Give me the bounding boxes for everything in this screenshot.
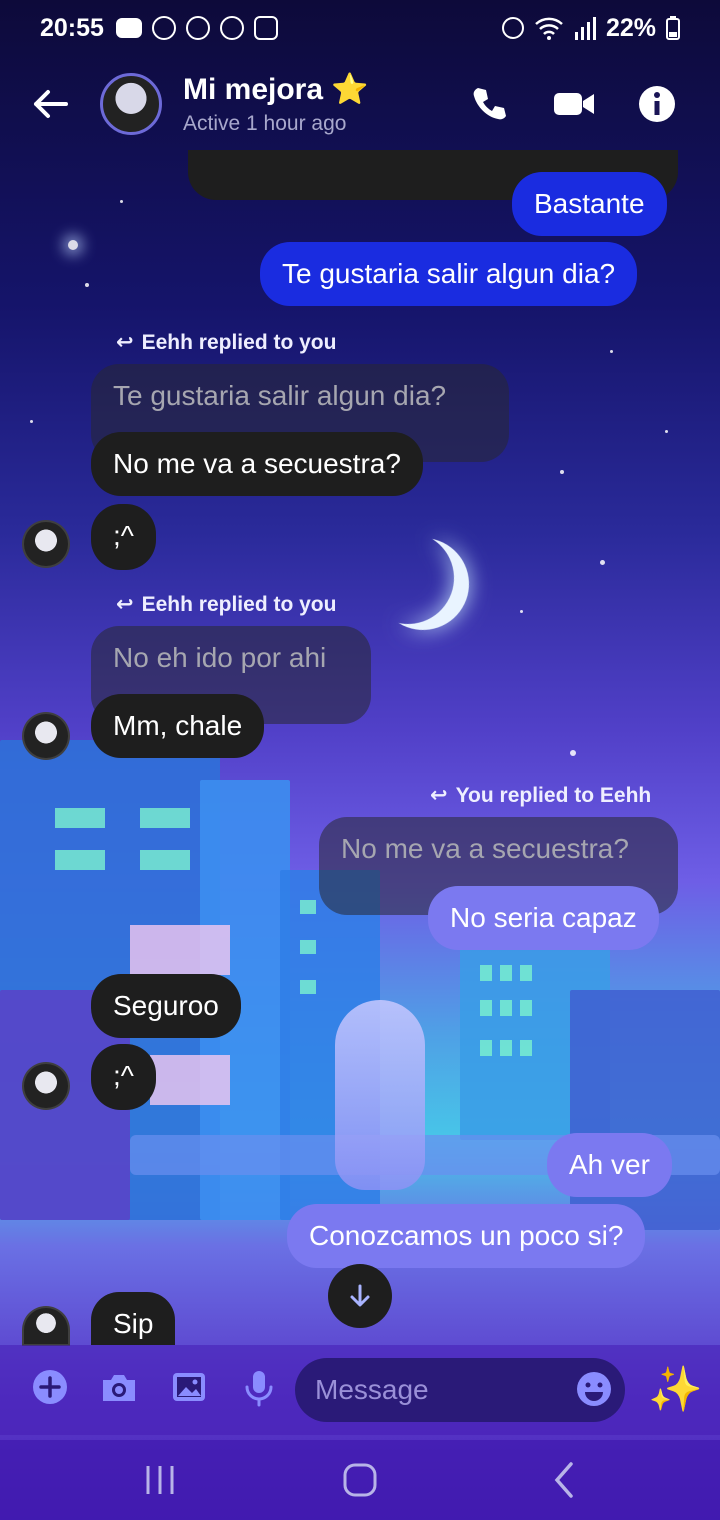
app-icon bbox=[151, 16, 176, 40]
message-bubble[interactable]: ;^ bbox=[91, 504, 156, 570]
message-bubble[interactable]: Te gustaria salir algun dia? bbox=[260, 242, 638, 306]
recent-apps-icon[interactable] bbox=[140, 1460, 180, 1500]
arrow-down-icon bbox=[350, 1284, 370, 1307]
contact-avatar[interactable] bbox=[100, 73, 162, 135]
system-nav-bar bbox=[0, 1440, 720, 1520]
sender-avatar[interactable] bbox=[22, 1306, 70, 1346]
sender-avatar[interactable] bbox=[22, 1062, 70, 1110]
camera-icon[interactable] bbox=[99, 1367, 139, 1407]
sender-avatar[interactable] bbox=[22, 520, 70, 568]
reply-indicator: ↩ You replied to Eehh bbox=[430, 783, 651, 808]
message-bubble[interactable]: No me va a secuestra? bbox=[91, 432, 423, 496]
messenger-icon bbox=[185, 16, 210, 40]
image-icon bbox=[253, 16, 278, 40]
reply-indicator: ↩ Eehh replied to you bbox=[116, 330, 336, 355]
scroll-to-bottom-button[interactable] bbox=[328, 1264, 392, 1328]
message-composer: ✨ bbox=[0, 1345, 720, 1435]
star-emoji: ⭐ bbox=[331, 73, 369, 106]
signal-icon bbox=[574, 17, 596, 40]
active-status: Active 1 hour ago bbox=[183, 112, 347, 135]
wifi-icon bbox=[535, 17, 563, 40]
back-arrow-icon[interactable] bbox=[30, 84, 70, 124]
reply-label-text: You replied to Eehh bbox=[455, 783, 652, 807]
alarm-status-icon bbox=[501, 17, 524, 39]
contact-name[interactable]: Mi mejora ⭐ bbox=[183, 72, 369, 107]
message-bubble[interactable]: Sip bbox=[91, 1292, 176, 1345]
cat-silhouette bbox=[335, 1000, 425, 1190]
reply-indicator: ↩ Eehh replied to you bbox=[116, 592, 336, 617]
home-icon[interactable] bbox=[340, 1460, 380, 1500]
message-bubble[interactable]: ;^ bbox=[91, 1044, 156, 1110]
message-bubble[interactable]: Bastante bbox=[512, 172, 667, 236]
reply-arrow-icon: ↩ bbox=[116, 593, 134, 616]
status-time: 20:55 bbox=[40, 13, 104, 42]
reply-label-text: Eehh replied to you bbox=[141, 330, 337, 354]
battery-percent: 22% bbox=[605, 13, 656, 42]
reply-label-text: Eehh replied to you bbox=[141, 592, 337, 616]
chat-header: Mi mejora ⭐ Active 1 hour ago bbox=[0, 60, 720, 150]
sender-avatar[interactable] bbox=[22, 712, 70, 760]
system-back-icon[interactable] bbox=[545, 1460, 585, 1500]
contact-name-text: Mi mejora bbox=[183, 73, 324, 106]
moon-decoration bbox=[356, 526, 460, 630]
alarm-icon bbox=[219, 16, 244, 40]
message-bubble[interactable]: No seria capaz bbox=[428, 886, 659, 950]
message-bubble[interactable]: Mm, chale bbox=[91, 694, 265, 758]
gallery-icon[interactable] bbox=[169, 1367, 209, 1407]
reply-arrow-icon: ↩ bbox=[116, 331, 134, 354]
phone-icon[interactable] bbox=[470, 84, 510, 124]
message-bubble[interactable]: Ah ver bbox=[547, 1133, 672, 1197]
battery-icon bbox=[666, 16, 680, 40]
message-bubble[interactable]: Seguroo bbox=[91, 974, 241, 1038]
youtube-icon bbox=[115, 18, 142, 38]
reply-arrow-icon: ↩ bbox=[430, 784, 448, 807]
message-bubble[interactable]: Conozcamos un poco si? bbox=[287, 1204, 646, 1268]
video-icon[interactable] bbox=[552, 84, 596, 124]
plus-icon[interactable] bbox=[30, 1367, 70, 1407]
emoji-icon[interactable] bbox=[574, 1369, 614, 1409]
sparkle-effect-button[interactable]: ✨ bbox=[648, 1363, 703, 1415]
status-bar: 20:55 22% bbox=[0, 0, 720, 56]
info-icon[interactable] bbox=[637, 84, 677, 124]
mic-icon[interactable] bbox=[239, 1367, 279, 1407]
